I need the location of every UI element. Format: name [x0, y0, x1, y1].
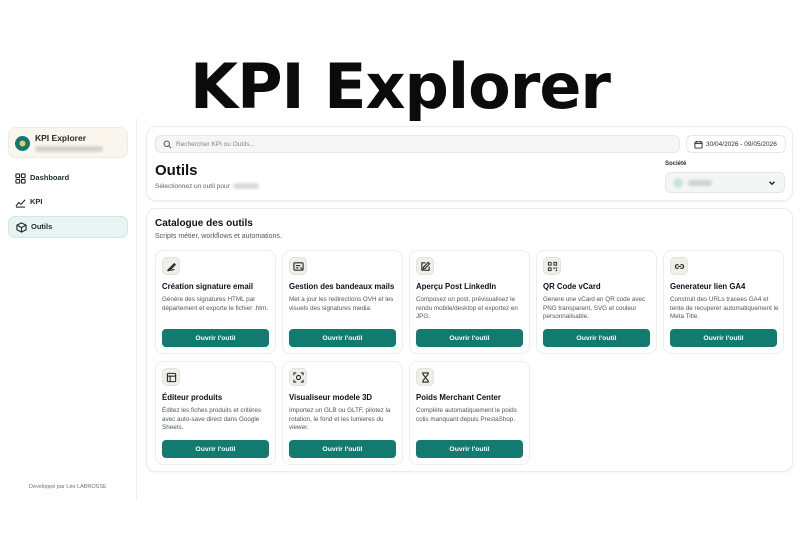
table-icon: [162, 368, 180, 386]
redacted-company: [232, 183, 259, 190]
tool-card-editeur: Éditeur produits Éditez les fiches produ…: [155, 361, 276, 465]
dashboard-icon: [15, 173, 26, 184]
signature-icon: [162, 257, 180, 275]
tool-card-3d: Visualiseur modele 3D Importez un GLB ou…: [282, 361, 403, 465]
chevron-down-icon: [769, 181, 775, 186]
sidebar-item-outils[interactable]: Outils: [8, 216, 128, 238]
tool-card-signature: Création signature email Génère des sign…: [155, 250, 276, 354]
tool-title: Éditeur produits: [162, 393, 223, 402]
sidebar-item-label: Outils: [31, 222, 53, 231]
tool-description: Genere une vCard en QR code avec PNG tra…: [543, 296, 646, 321]
company-label: Société: [665, 161, 687, 167]
open-tool-button[interactable]: Ouvrir l'outil: [416, 440, 523, 458]
tool-title: Gestion des bandeaux mails: [289, 282, 395, 291]
date-range-picker[interactable]: 30/04/2026 - 09/05/2026: [686, 135, 786, 153]
sidebar-item-kpi[interactable]: KPI: [8, 192, 128, 214]
date-range-value: 30/04/2026 - 09/05/2026: [706, 141, 777, 148]
tool-card-linkedin: Aperçu Post LinkedIn Composez un post, p…: [409, 250, 530, 354]
cube-icon: [16, 222, 27, 233]
page-subtitle-text: Sélectionnez un outil pour: [155, 183, 230, 190]
search-input[interactable]: [176, 138, 666, 151]
search-icon: [163, 140, 172, 149]
tool-description: Importez un GLB ou GLTF, pilotez la rota…: [289, 407, 391, 432]
tool-card-ga4: Generateur lien GA4 Construit des URLs t…: [663, 250, 784, 354]
hero-title: KPI Explorer: [190, 50, 611, 123]
qr-code-icon: [543, 257, 561, 275]
tool-description: Génère des signatures HTML par départeme…: [162, 296, 269, 312]
tool-title: QR Code vCard: [543, 282, 601, 291]
tool-title: Poids Merchant Center: [416, 393, 501, 402]
sidebar-item-label: Dashboard: [30, 173, 70, 182]
tool-description: Éditez les fiches produits et critères a…: [162, 407, 262, 432]
chart-line-icon: [15, 199, 26, 208]
tool-card-qrcode: QR Code vCard Genere une vCard en QR cod…: [536, 250, 657, 354]
footer-credit: Développé par Léo LABROSSE: [29, 484, 107, 490]
scan-3d-icon: [289, 368, 307, 386]
tool-title: Création signature email: [162, 282, 253, 291]
sidebar: KPI Explorer Dashboard KPI Outils Dévelo…: [0, 118, 137, 500]
open-tool-button[interactable]: Ouvrir l'outil: [162, 329, 269, 347]
tool-description: Met a jour les redirections OVH et les v…: [289, 296, 394, 312]
tools-catalogue: Catalogue des outils Scripts métier, wor…: [146, 208, 793, 472]
company-logo-icon: [673, 178, 683, 188]
company-value-redacted: [688, 180, 712, 186]
tool-title: Aperçu Post LinkedIn: [416, 282, 497, 291]
brand-subtitle-redacted: [35, 146, 103, 152]
tool-description: Composez un post, prévisualisez le rendu…: [416, 296, 518, 321]
page-title: Outils: [155, 162, 198, 179]
tool-card-merchant: Poids Merchant Center Complète automatiq…: [409, 361, 530, 465]
banner-icon: [289, 257, 307, 275]
brand-logo-icon: [15, 136, 30, 151]
calendar-icon: [694, 140, 703, 149]
brand-name: KPI Explorer: [35, 133, 87, 143]
open-tool-button[interactable]: Ouvrir l'outil: [289, 440, 396, 458]
tool-title: Generateur lien GA4: [670, 282, 746, 291]
open-tool-button[interactable]: Ouvrir l'outil: [162, 440, 269, 458]
tool-title: Visualiseur modele 3D: [289, 393, 373, 402]
catalogue-subtitle: Scripts métier, workflows et automations…: [155, 233, 282, 240]
page-subtitle: Sélectionnez un outil pour: [155, 183, 259, 190]
tool-description: Complète automatiquement le poids colis …: [416, 407, 517, 423]
header-panel: 30/04/2026 - 09/05/2026 Outils Sélection…: [146, 126, 793, 201]
hourglass-icon: [416, 368, 434, 386]
open-tool-button[interactable]: Ouvrir l'outil: [416, 329, 523, 347]
open-tool-button[interactable]: Ouvrir l'outil: [670, 329, 777, 347]
search-bar[interactable]: [155, 135, 680, 153]
sidebar-item-label: KPI: [30, 197, 43, 206]
company-select[interactable]: [665, 172, 785, 193]
tool-description: Construit des URLs tracees GA4 et tente …: [670, 296, 779, 321]
brand-card[interactable]: KPI Explorer: [8, 127, 128, 158]
edit-icon: [416, 257, 434, 275]
link-icon: [670, 257, 688, 275]
catalogue-title: Catalogue des outils: [155, 218, 253, 229]
open-tool-button[interactable]: Ouvrir l'outil: [289, 329, 396, 347]
open-tool-button[interactable]: Ouvrir l'outil: [543, 329, 650, 347]
sidebar-item-dashboard[interactable]: Dashboard: [8, 168, 128, 190]
tool-card-bandeaux: Gestion des bandeaux mails Met a jour le…: [282, 250, 403, 354]
